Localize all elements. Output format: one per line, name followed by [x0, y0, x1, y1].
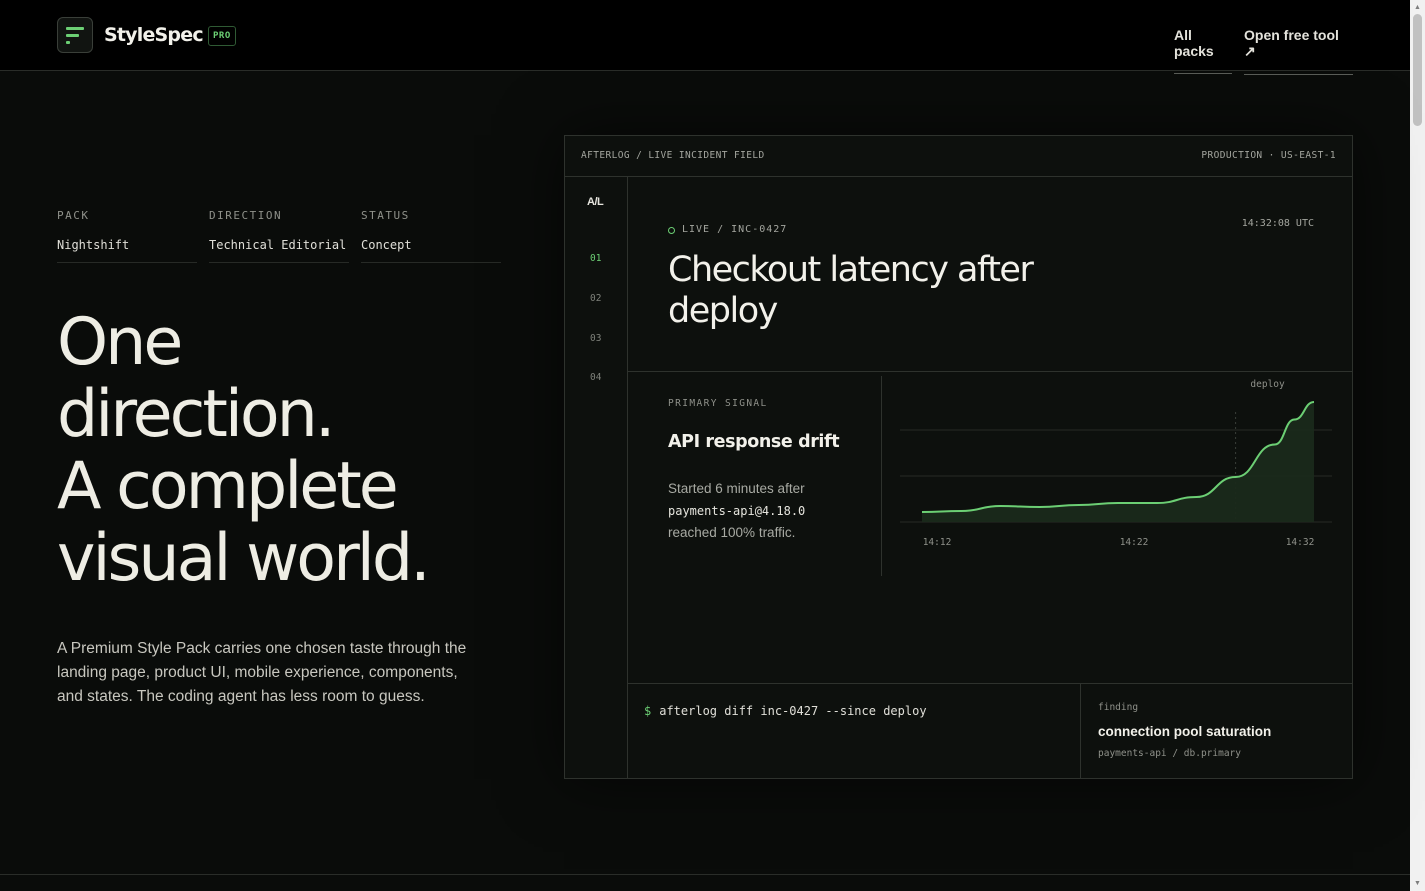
finding-subtitle: payments-api / db.primary: [1098, 748, 1241, 759]
rail-item-01[interactable]: 01: [590, 253, 601, 264]
terminal-prompt: $: [644, 704, 652, 718]
rail-item-02[interactable]: 02: [590, 293, 601, 304]
meta-key: STATUS: [361, 209, 410, 222]
chart-x-tick-label: 14:12: [923, 537, 952, 548]
signal-description: Started 6 minutes after payments-api@4.1…: [668, 478, 868, 544]
api-drift-chart: deploy 14:12 14:22 14:32: [900, 379, 1332, 548]
incident-panel: AFTERLOG / LIVE INCIDENT FIELD PRODUCTIO…: [564, 135, 1353, 779]
meta-key: DIRECTION: [209, 209, 283, 222]
meta-key: PACK: [57, 209, 90, 222]
top-navigation: StyleSpec PRO All packs Open free tool ↗: [0, 0, 1410, 75]
incident-timestamp: 14:32:08 UTC: [1241, 218, 1314, 229]
signal-body-code: payments-api@4.18.0: [668, 504, 806, 518]
deploy-annotation: deploy: [1250, 379, 1285, 390]
nav-open-free-tool-link[interactable]: Open free tool ↗: [1244, 27, 1353, 75]
signal-title: API response drift: [668, 432, 840, 452]
scroll-thumb[interactable]: [1413, 14, 1422, 126]
live-incident-label: LIVE / INC-0427: [682, 224, 788, 235]
headline-line: direction.: [57, 377, 336, 452]
meta-direction: DIRECTION Technical Editorial: [209, 209, 349, 263]
panel-rail: A/L 01 02 03 04: [565, 177, 628, 778]
finding-key: finding: [1098, 702, 1139, 713]
scroll-down-arrow-icon[interactable]: ▼: [1413, 879, 1422, 888]
meta-pack: PACK Nightshift: [57, 209, 197, 263]
headline-line: visual world.: [57, 521, 431, 596]
signal-key: PRIMARY SIGNAL: [668, 398, 768, 409]
incident-header: LIVE / INC-0427 14:32:08 UTC Checkout la…: [628, 177, 1352, 372]
page-scrollbar[interactable]: ▲ ▼: [1410, 0, 1425, 891]
scroll-up-arrow-icon[interactable]: ▲: [1413, 3, 1422, 12]
headline-line: A complete: [57, 449, 399, 524]
primary-signal-section: PRIMARY SIGNAL API response drift Starte…: [628, 372, 1352, 684]
terminal-command: $ afterlog diff inc-0427 --since deploy: [628, 684, 1081, 778]
incident-title: Checkout latency after deploy: [668, 250, 1034, 331]
meta-value: Nightshift: [57, 238, 197, 263]
panel-breadcrumb: AFTERLOG / LIVE INCIDENT FIELD: [581, 150, 765, 161]
brand-name[interactable]: StyleSpec: [104, 24, 204, 46]
panel-topbar: AFTERLOG / LIVE INCIDENT FIELD PRODUCTIO…: [565, 136, 1352, 177]
hero-headline: One direction. A complete visual world.: [57, 307, 527, 595]
terminal-line[interactable]: $ afterlog diff inc-0427 --since deploy: [644, 704, 927, 718]
finding-card: finding connection pool saturation payme…: [1082, 684, 1352, 778]
terminal-command-text: afterlog diff inc-0427 --since deploy: [659, 704, 927, 718]
chart-x-tick-label: 14:22: [1120, 537, 1149, 548]
meta-value: Technical Editorial: [209, 238, 349, 263]
stylespec-logo-icon[interactable]: [57, 17, 93, 53]
section-divider: [0, 874, 1410, 875]
headline-line: One: [57, 305, 183, 380]
finding-title: connection pool saturation: [1098, 724, 1272, 739]
afterlog-logo[interactable]: A/L: [587, 196, 604, 208]
live-status-icon: [668, 227, 675, 234]
environment-label: PRODUCTION · US-EAST-1: [1201, 150, 1336, 161]
rail-item-04[interactable]: 04: [590, 372, 601, 383]
hero-intro: A Premium Style Pack carries one chosen …: [57, 640, 467, 705]
meta-value: Concept: [361, 238, 501, 263]
signal-body-pre: Started 6 minutes after: [668, 481, 805, 496]
nav-all-packs-link[interactable]: All packs: [1174, 27, 1232, 74]
rail-item-03[interactable]: 03: [590, 333, 601, 344]
pro-badge: PRO: [208, 26, 236, 46]
chart-x-tick-label: 14:32: [1286, 537, 1315, 548]
signal-body-post: reached 100% traffic.: [668, 525, 796, 540]
meta-status: STATUS Concept: [361, 209, 501, 263]
